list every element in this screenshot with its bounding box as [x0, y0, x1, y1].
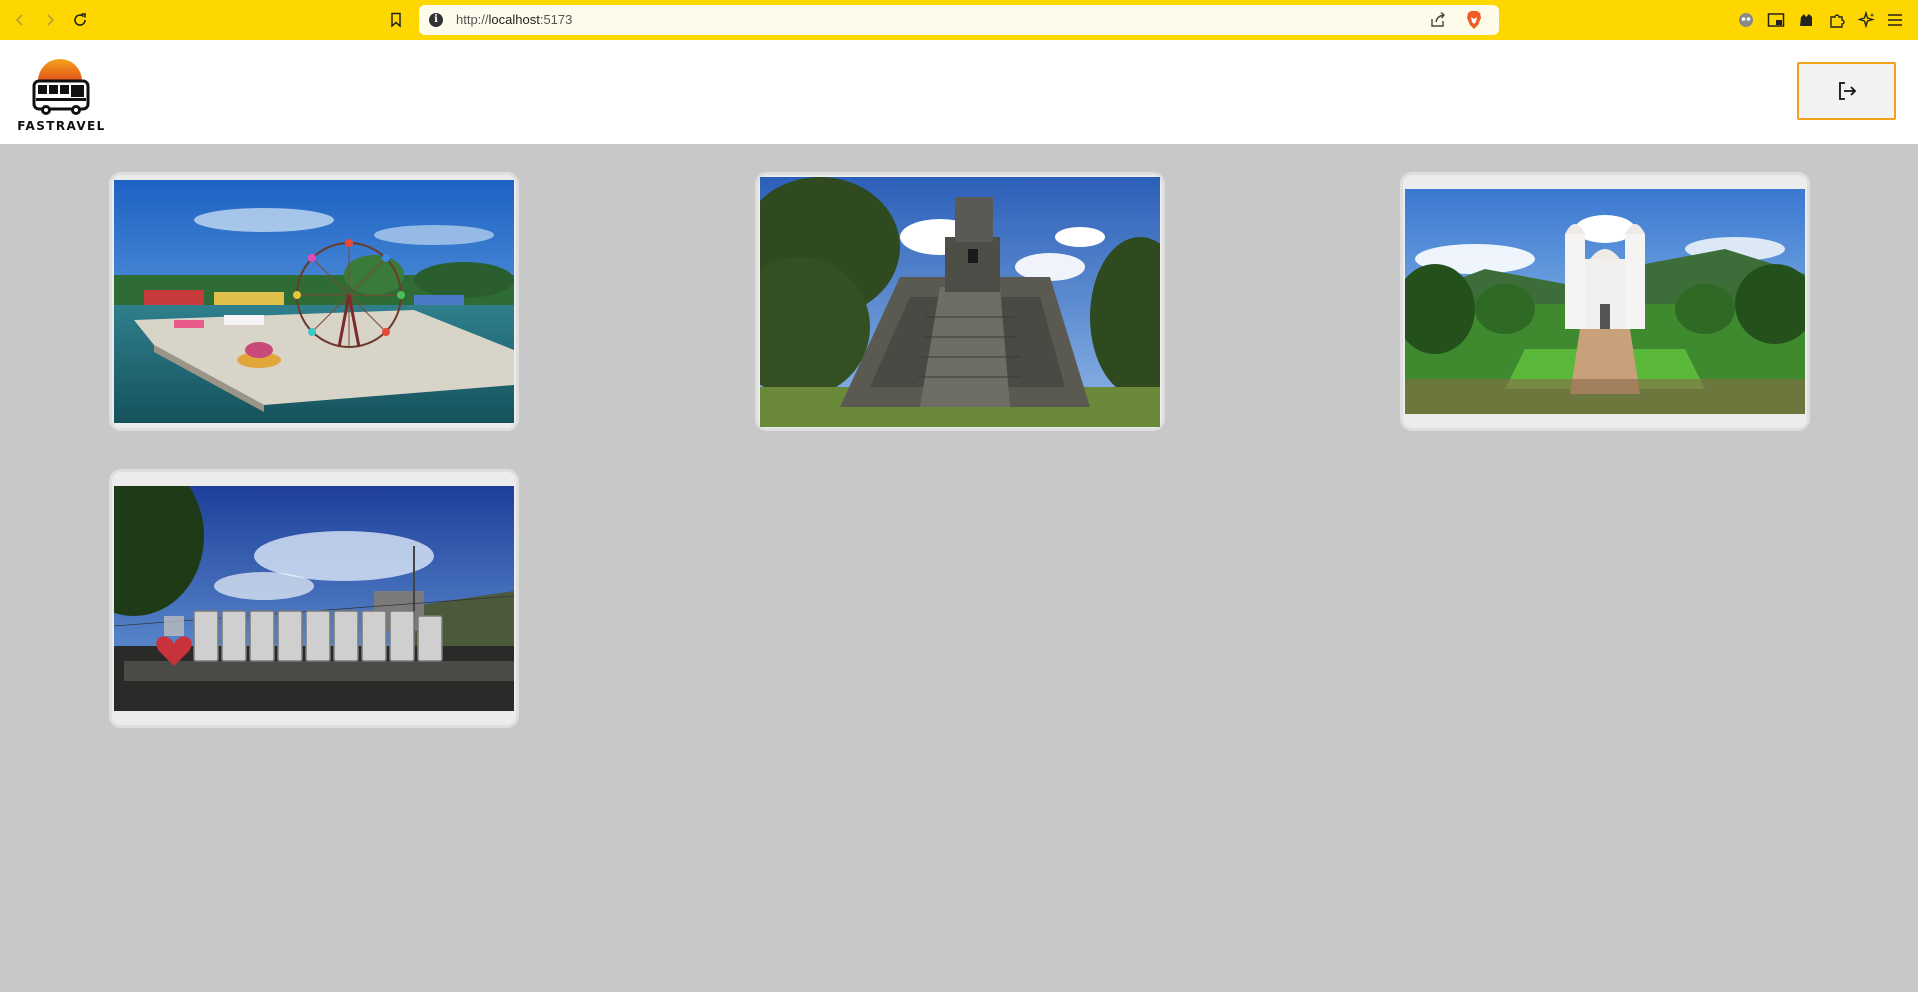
- destination-photo-waterfront: [114, 180, 514, 423]
- extensions-puzzle-icon[interactable]: [1826, 9, 1848, 31]
- url-text[interactable]: http://localhost:5173: [456, 12, 572, 27]
- destination-card[interactable]: [1400, 172, 1810, 431]
- destination-card[interactable]: [755, 172, 1165, 431]
- brave-shield-icon[interactable]: [1465, 10, 1483, 35]
- app-header: FASTRAVEL: [0, 40, 1918, 144]
- logo-text: FASTRAVEL: [17, 119, 106, 133]
- chevron-right-icon: [47, 14, 55, 26]
- share-icon[interactable]: [1429, 11, 1447, 34]
- url-port: :5173: [539, 12, 573, 27]
- address-bar[interactable]: i http://localhost:5173: [419, 5, 1499, 35]
- menu-icon[interactable]: [1884, 9, 1906, 31]
- picture-in-picture-icon[interactable]: [1765, 9, 1787, 31]
- reload-icon: [74, 13, 86, 26]
- back-button[interactable]: [8, 8, 32, 32]
- fastravel-logo[interactable]: FASTRAVEL: [14, 55, 109, 135]
- bookmark-button[interactable]: [384, 8, 408, 32]
- bookmark-icon: [391, 12, 401, 28]
- site-info-icon[interactable]: i: [429, 13, 443, 27]
- destination-photo-pachalum-sign: [114, 486, 514, 711]
- logout-icon: [1838, 82, 1856, 100]
- bus-logo-icon: [32, 59, 90, 115]
- browser-toolbar: i http://localhost:5173: [0, 0, 1918, 40]
- destination-photo-basilica: [1405, 189, 1805, 414]
- destination-photo-temple: [760, 177, 1160, 427]
- url-host: localhost: [488, 12, 540, 27]
- forward-button[interactable]: [38, 8, 62, 32]
- reload-button[interactable]: [68, 8, 92, 32]
- leo-ai-sparkle-icon[interactable]: [1856, 9, 1878, 31]
- extension-cat-icon[interactable]: [1795, 9, 1817, 31]
- destination-card[interactable]: [109, 469, 519, 728]
- logout-button[interactable]: [1797, 62, 1896, 120]
- url-scheme: http://: [456, 12, 489, 27]
- chevron-left-icon: [15, 14, 23, 26]
- extension-face-icon[interactable]: [1735, 9, 1757, 31]
- destination-card[interactable]: [109, 172, 519, 431]
